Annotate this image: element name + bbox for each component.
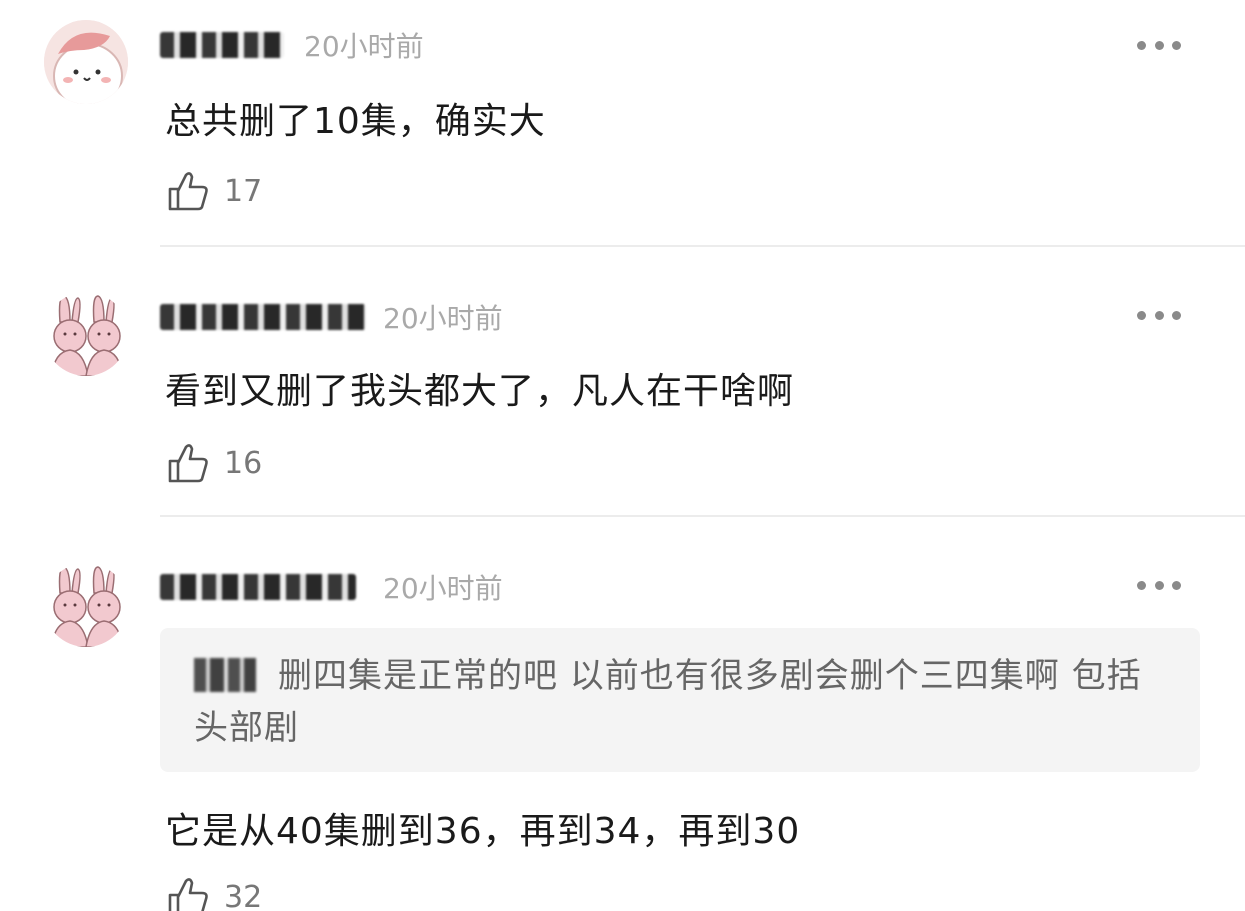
comment-text: 看到又删了我头都大了，凡人在干啥啊: [165, 371, 795, 412]
more-dots-icon: [1137, 40, 1146, 50]
rabbits-icon: [44, 292, 128, 376]
comment-time: 20小时前: [383, 572, 503, 605]
comment-text: 它是从40集删到36，再到34，再到30: [165, 811, 801, 852]
username[interactable]: [160, 570, 356, 604]
username[interactable]: [160, 300, 366, 334]
like-button[interactable]: 16: [166, 440, 262, 486]
comment-list: 20小时前 总共删了10集，确实大 17 20小时前 看到又删了我头都大了，凡人…: [0, 0, 1245, 911]
quote-text-box: 删四集是正常的吧 以前也有很多剧会删个三四集啊 包括头部剧: [194, 650, 1164, 754]
more-dots-icon: [1137, 310, 1146, 320]
avatar[interactable]: [44, 563, 128, 647]
like-count: 32: [224, 879, 263, 911]
comment-text: 总共删了10集，确实大: [165, 101, 546, 142]
avatar[interactable]: [44, 20, 128, 104]
comment-time: 20小时前: [383, 302, 503, 335]
thumbs-up-icon: [168, 172, 208, 211]
like-count: 17: [224, 173, 263, 209]
username-redacted: [160, 304, 366, 330]
thumbs-up-icon: [168, 444, 208, 483]
bunny-face-icon: [44, 20, 128, 104]
more-options-button[interactable]: [1137, 35, 1181, 55]
rabbits-icon: [44, 563, 128, 647]
username[interactable]: [160, 28, 284, 62]
avatar[interactable]: [44, 292, 128, 376]
divider: [160, 245, 1245, 247]
more-dots-icon: [1137, 580, 1146, 590]
like-count: 16: [224, 445, 263, 481]
quote-text: 删四集是正常的吧 以前也有很多剧会删个三四集啊 包括头部剧: [194, 656, 1142, 748]
username-redacted: [160, 32, 284, 58]
thumbs-up-icon: [168, 878, 208, 911]
like-button[interactable]: 32: [166, 874, 262, 911]
like-button[interactable]: 17: [166, 168, 262, 214]
quoted-reply[interactable]: 删四集是正常的吧 以前也有很多剧会删个三四集啊 包括头部剧: [160, 628, 1200, 772]
comment-time: 20小时前: [304, 30, 424, 63]
more-options-button[interactable]: [1137, 305, 1181, 325]
more-options-button[interactable]: [1137, 575, 1181, 595]
divider: [160, 515, 1245, 517]
username-redacted: [160, 574, 356, 600]
